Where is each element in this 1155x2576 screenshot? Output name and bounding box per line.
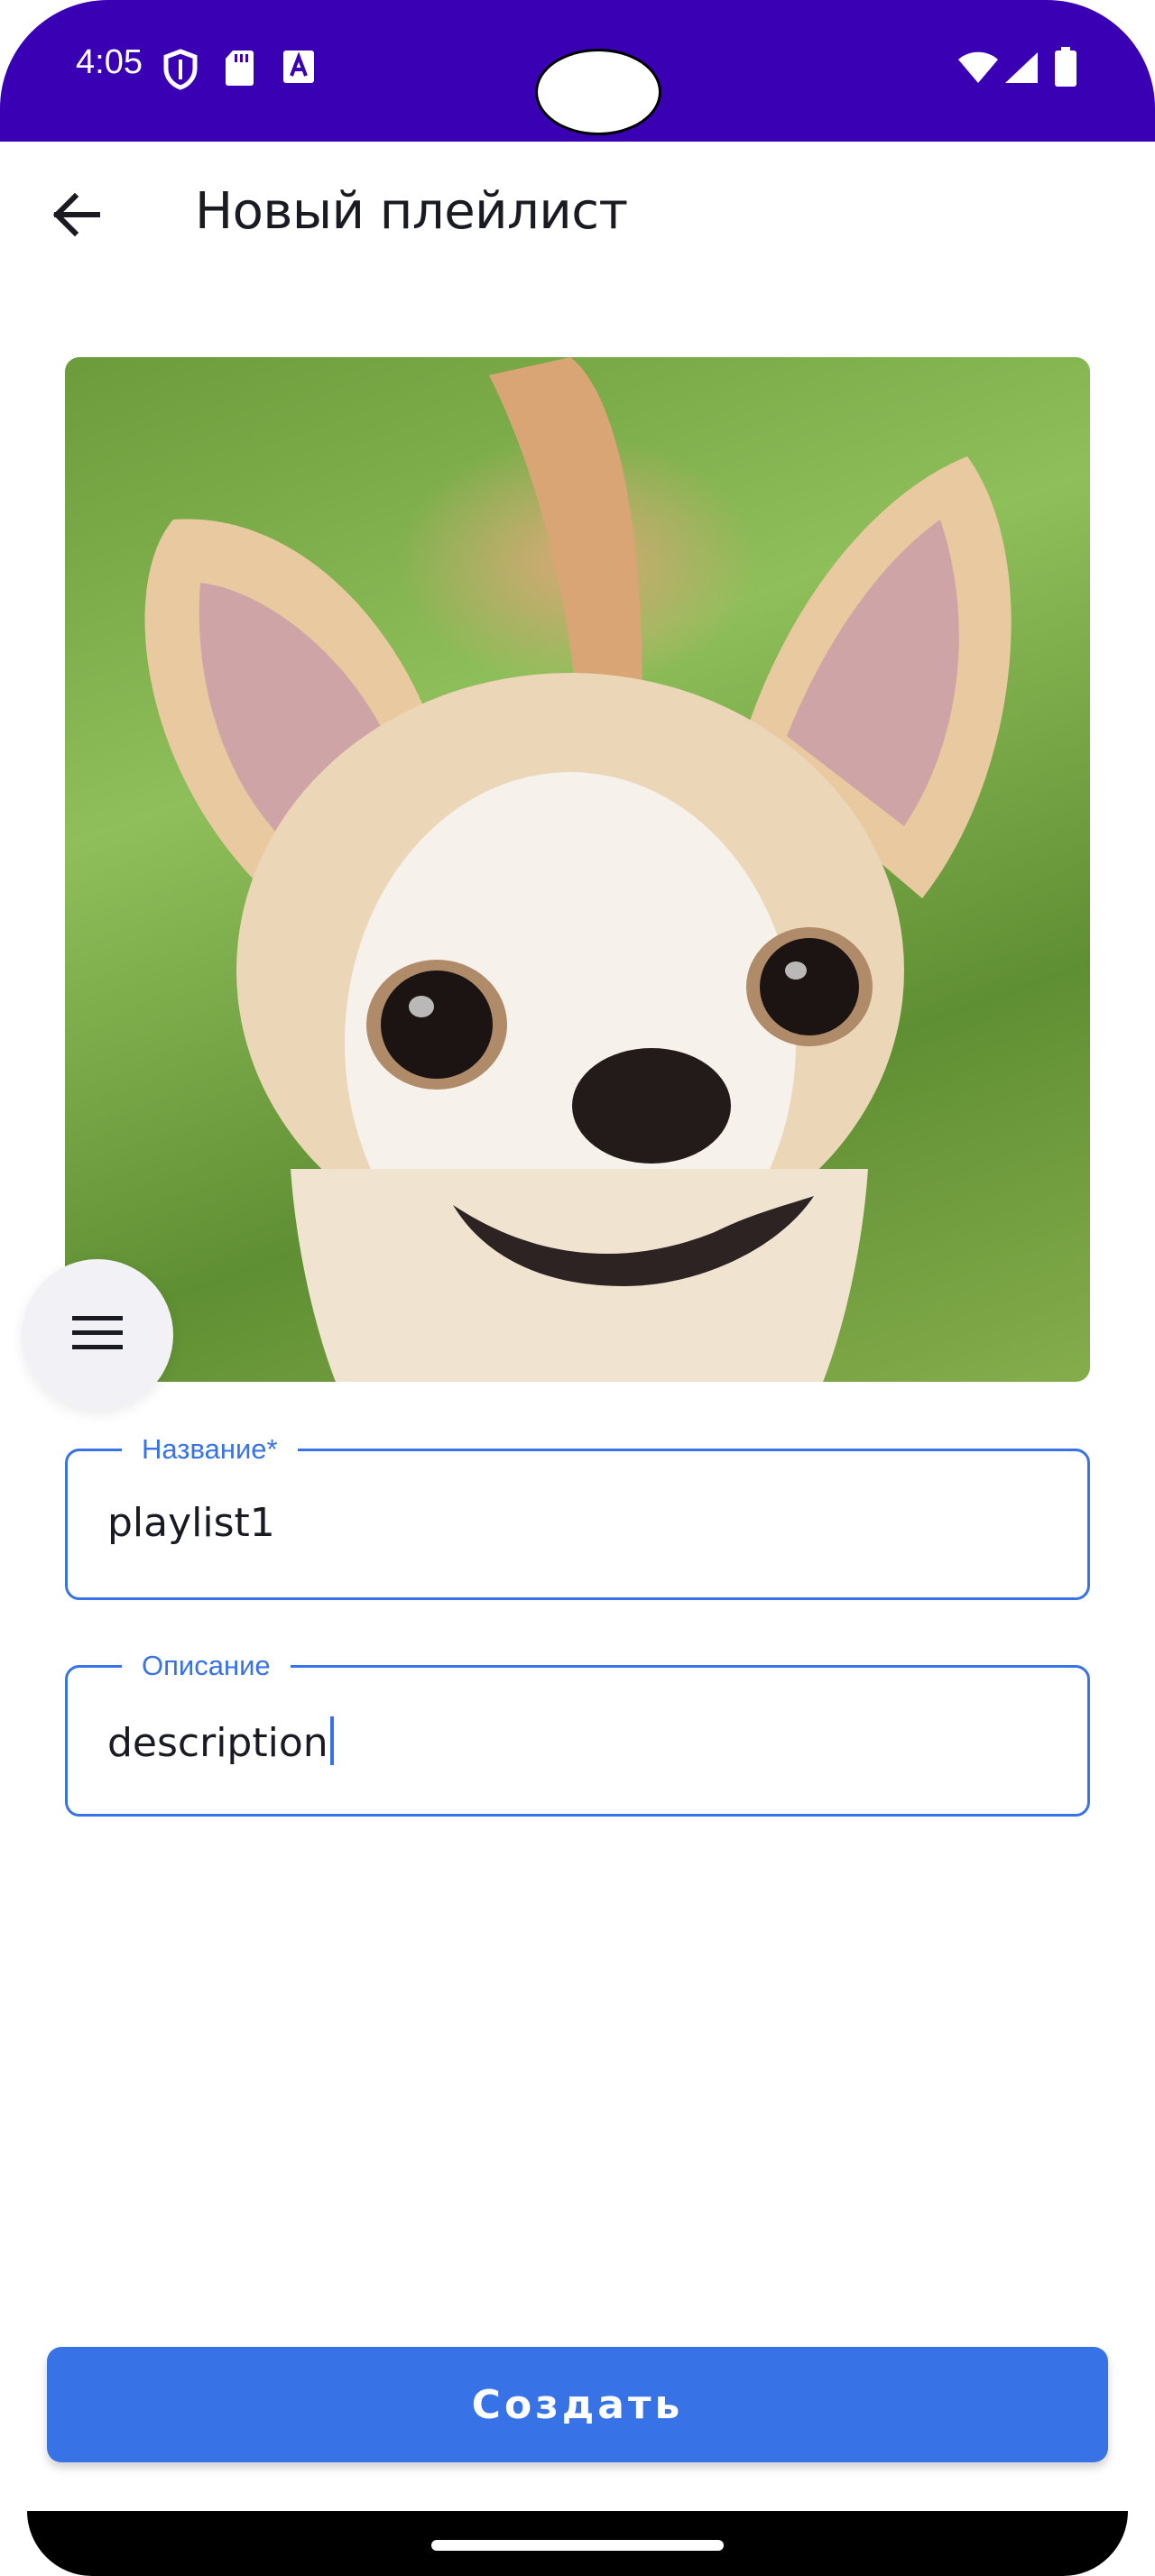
description-field-value-wrap: description xyxy=(107,1716,334,1766)
home-handle[interactable] xyxy=(431,2540,724,2551)
arrow-left-icon xyxy=(51,192,101,240)
wifi-icon xyxy=(956,51,1000,88)
cover-illustration xyxy=(144,357,1012,1382)
name-field[interactable]: Название* playlist1 xyxy=(65,1431,1090,1600)
page-title: Новый плейлист xyxy=(195,182,628,241)
text-a-icon xyxy=(282,49,316,88)
text-cursor xyxy=(329,1716,334,1765)
description-field[interactable]: Описание description xyxy=(65,1648,1090,1817)
menu-button[interactable] xyxy=(22,1259,173,1411)
create-button[interactable]: Создать xyxy=(47,2347,1108,2462)
hamburger-icon xyxy=(72,1314,123,1356)
name-field-label: Название* xyxy=(122,1431,298,1467)
playlist-cover-image[interactable] xyxy=(65,357,1090,1382)
signal-icon xyxy=(1003,51,1040,88)
battery-icon xyxy=(1054,47,1077,90)
status-bar: 4:05 xyxy=(0,0,1155,142)
camera-cutout xyxy=(535,49,661,135)
description-field-label: Описание xyxy=(122,1648,291,1684)
status-time: 4:05 xyxy=(76,43,143,81)
description-field-value: description xyxy=(107,1720,328,1766)
back-button[interactable] xyxy=(43,184,108,249)
sd-card-icon xyxy=(224,49,254,90)
shield-icon xyxy=(162,49,199,94)
name-field-value: playlist1 xyxy=(107,1500,275,1546)
